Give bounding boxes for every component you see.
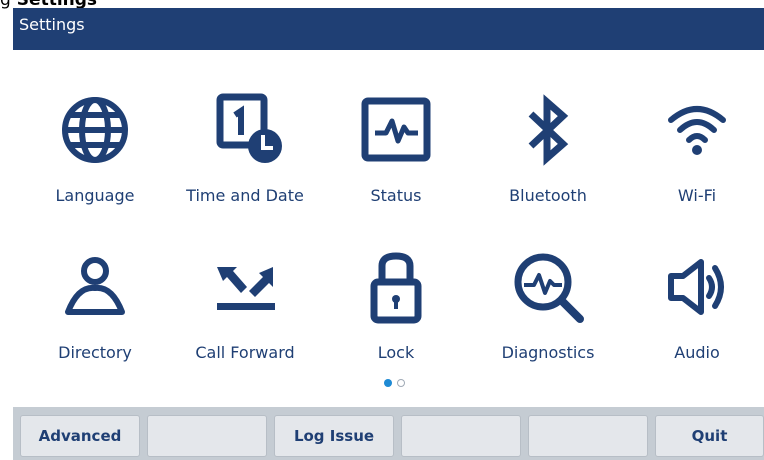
empty-softkey-2[interactable] bbox=[147, 415, 267, 457]
tile-directory[interactable]: Directory bbox=[30, 247, 160, 377]
tile-status[interactable]: Status bbox=[331, 90, 461, 220]
quit-softkey[interactable]: Quit bbox=[655, 415, 764, 457]
softkey-label: Log Issue bbox=[293, 427, 375, 445]
page-title: Settings bbox=[19, 15, 85, 34]
lock-icon bbox=[356, 247, 436, 327]
tile-wifi[interactable]: Wi-Fi bbox=[632, 90, 762, 220]
tile-label: Language bbox=[55, 186, 135, 205]
tile-label: Time and Date bbox=[186, 186, 304, 205]
call-forward-icon bbox=[205, 247, 285, 327]
diagnostics-icon bbox=[508, 247, 588, 327]
bluetooth-icon bbox=[508, 90, 588, 170]
status-monitor-icon bbox=[356, 90, 436, 170]
tile-label: Call Forward bbox=[195, 343, 295, 362]
globe-icon bbox=[55, 90, 135, 170]
tile-label: Audio bbox=[674, 343, 720, 362]
wifi-icon bbox=[657, 90, 737, 170]
empty-softkey-5[interactable] bbox=[528, 415, 648, 457]
tile-label: Lock bbox=[377, 343, 415, 362]
tile-bluetooth[interactable]: Bluetooth bbox=[483, 90, 613, 220]
page-dot-active[interactable] bbox=[384, 379, 392, 387]
person-icon bbox=[55, 247, 135, 327]
tile-lock[interactable]: Lock bbox=[331, 247, 461, 377]
tile-call-forward[interactable]: Call Forward bbox=[180, 247, 310, 377]
tile-label: Diagnostics bbox=[501, 343, 595, 362]
calendar-clock-icon bbox=[205, 90, 285, 170]
tile-language[interactable]: Language bbox=[30, 90, 160, 220]
softkey-label: Quit bbox=[691, 427, 728, 445]
document-heading-prefix: g bbox=[0, 0, 11, 10]
tile-diagnostics[interactable]: Diagnostics bbox=[483, 247, 613, 377]
tile-audio[interactable]: Audio bbox=[632, 247, 762, 377]
page-indicator bbox=[384, 379, 405, 387]
tile-label: Wi-Fi bbox=[677, 186, 717, 205]
speaker-icon bbox=[657, 247, 737, 327]
page-dot-inactive[interactable] bbox=[397, 379, 405, 387]
tile-label: Status bbox=[370, 186, 422, 205]
log-issue-softkey[interactable]: Log Issue bbox=[274, 415, 394, 457]
softkey-label: Advanced bbox=[38, 427, 122, 445]
tile-label: Directory bbox=[58, 343, 132, 362]
tile-time-and-date[interactable]: Time and Date bbox=[180, 90, 310, 220]
header-bar: Settings bbox=[13, 8, 764, 50]
advanced-softkey[interactable]: Advanced bbox=[20, 415, 140, 457]
tile-label: Bluetooth bbox=[509, 186, 587, 205]
empty-softkey-4[interactable] bbox=[401, 415, 521, 457]
